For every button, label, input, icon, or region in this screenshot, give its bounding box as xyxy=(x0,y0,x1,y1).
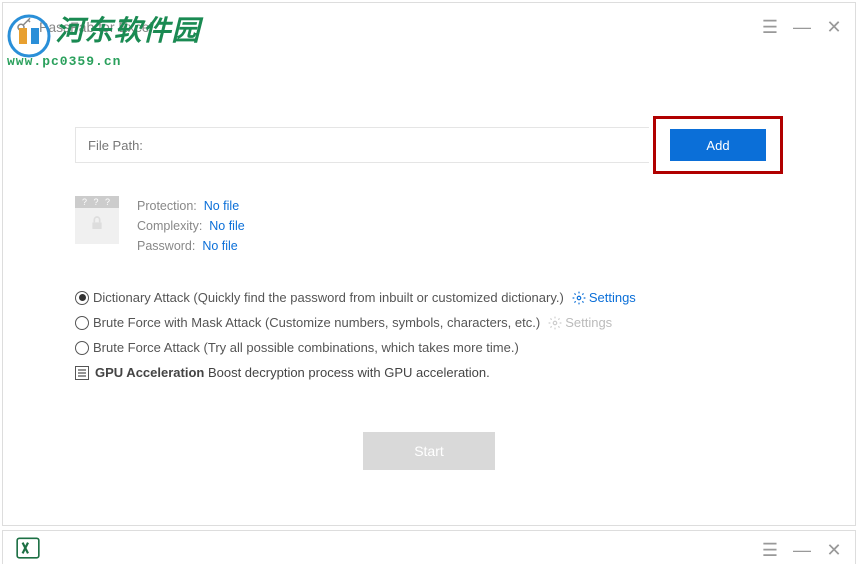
file-path-label: File Path: xyxy=(88,138,143,153)
list-icon xyxy=(77,368,87,378)
password-row: Password: No file xyxy=(137,236,245,256)
file-info-block: ? ? ? Protection: No file Complexity: No… xyxy=(75,196,783,256)
option-mask-label: Brute Force with Mask Attack (Customize … xyxy=(93,315,540,330)
file-path-input[interactable]: File Path: xyxy=(75,127,649,163)
menu-icon-2[interactable]: ☰ xyxy=(761,540,779,561)
file-path-row: File Path: Add xyxy=(75,116,783,174)
key-icon xyxy=(15,16,33,39)
watermark-url: www.pc0359.cn xyxy=(7,54,200,69)
option-dictionary[interactable]: Dictionary Attack (Quickly find the pass… xyxy=(75,290,783,305)
complexity-row: Complexity: No file xyxy=(137,216,245,236)
main-window: PassFab for Excel ☰ — ✕ 河东软件园 www.pc0359… xyxy=(2,2,856,526)
gpu-label: GPU Acceleration Boost decryption proces… xyxy=(95,365,490,380)
radio-dictionary[interactable] xyxy=(75,291,89,305)
close-button[interactable]: ✕ xyxy=(825,17,843,38)
protection-row: Protection: No file xyxy=(137,196,245,216)
window-controls-2: ☰ — ✕ xyxy=(761,540,843,561)
start-wrap: Start xyxy=(75,432,783,470)
file-info-lines: Protection: No file Complexity: No file … xyxy=(137,196,245,256)
gear-icon xyxy=(548,316,562,330)
window-controls: ☰ — ✕ xyxy=(761,17,843,38)
content-area: File Path: Add ? ? ? Protection: No file… xyxy=(3,116,855,470)
settings-link-dictionary[interactable]: Settings xyxy=(572,290,636,305)
attack-options: Dictionary Attack (Quickly find the pass… xyxy=(75,290,783,380)
radio-brute[interactable] xyxy=(75,341,89,355)
radio-mask[interactable] xyxy=(75,316,89,330)
option-brute-label: Brute Force Attack (Try all possible com… xyxy=(93,340,519,355)
close-button-2[interactable]: ✕ xyxy=(825,540,843,561)
minimize-button-2[interactable]: — xyxy=(793,540,811,561)
minimize-button[interactable]: — xyxy=(793,17,811,38)
start-button[interactable]: Start xyxy=(363,432,495,470)
gpu-checkbox[interactable] xyxy=(75,366,89,380)
option-mask[interactable]: Brute Force with Mask Attack (Customize … xyxy=(75,315,783,330)
gear-icon xyxy=(572,291,586,305)
question-marks: ? ? ? xyxy=(75,196,119,208)
menu-icon[interactable]: ☰ xyxy=(761,17,779,38)
lock-icon xyxy=(89,214,105,237)
title-left: PassFab for Excel xyxy=(15,16,153,39)
lock-preview: ? ? ? xyxy=(75,196,119,244)
option-dictionary-label: Dictionary Attack (Quickly find the pass… xyxy=(93,290,564,305)
titlebar: PassFab for Excel ☰ — ✕ xyxy=(3,3,855,51)
app-title: PassFab for Excel xyxy=(39,19,153,35)
option-brute[interactable]: Brute Force Attack (Try all possible com… xyxy=(75,340,783,355)
gpu-acceleration-row[interactable]: GPU Acceleration Boost decryption proces… xyxy=(75,365,783,380)
add-button[interactable]: Add xyxy=(670,129,766,161)
add-button-highlight: Add xyxy=(653,116,783,174)
settings-link-mask: Settings xyxy=(548,315,612,330)
second-window-titlebar: ☰ — ✕ xyxy=(2,530,856,564)
excel-icon xyxy=(15,535,41,566)
